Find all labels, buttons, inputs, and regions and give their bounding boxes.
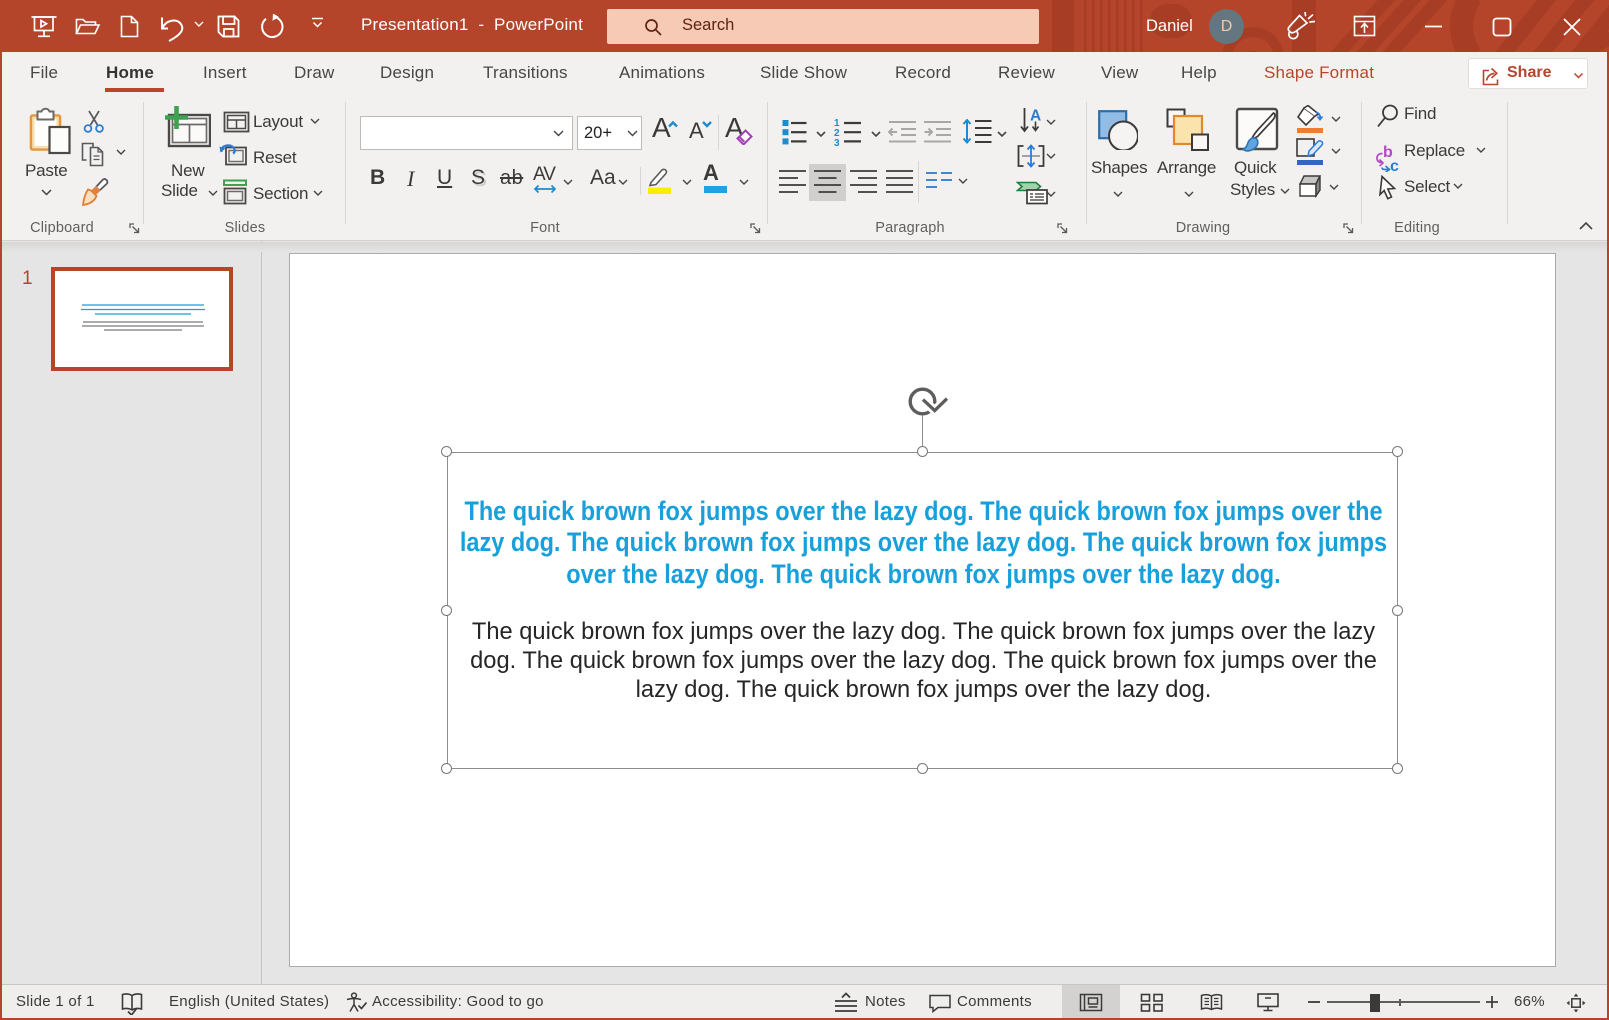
- svg-text:c: c: [1390, 158, 1399, 172]
- svg-text:3: 3: [834, 138, 840, 146]
